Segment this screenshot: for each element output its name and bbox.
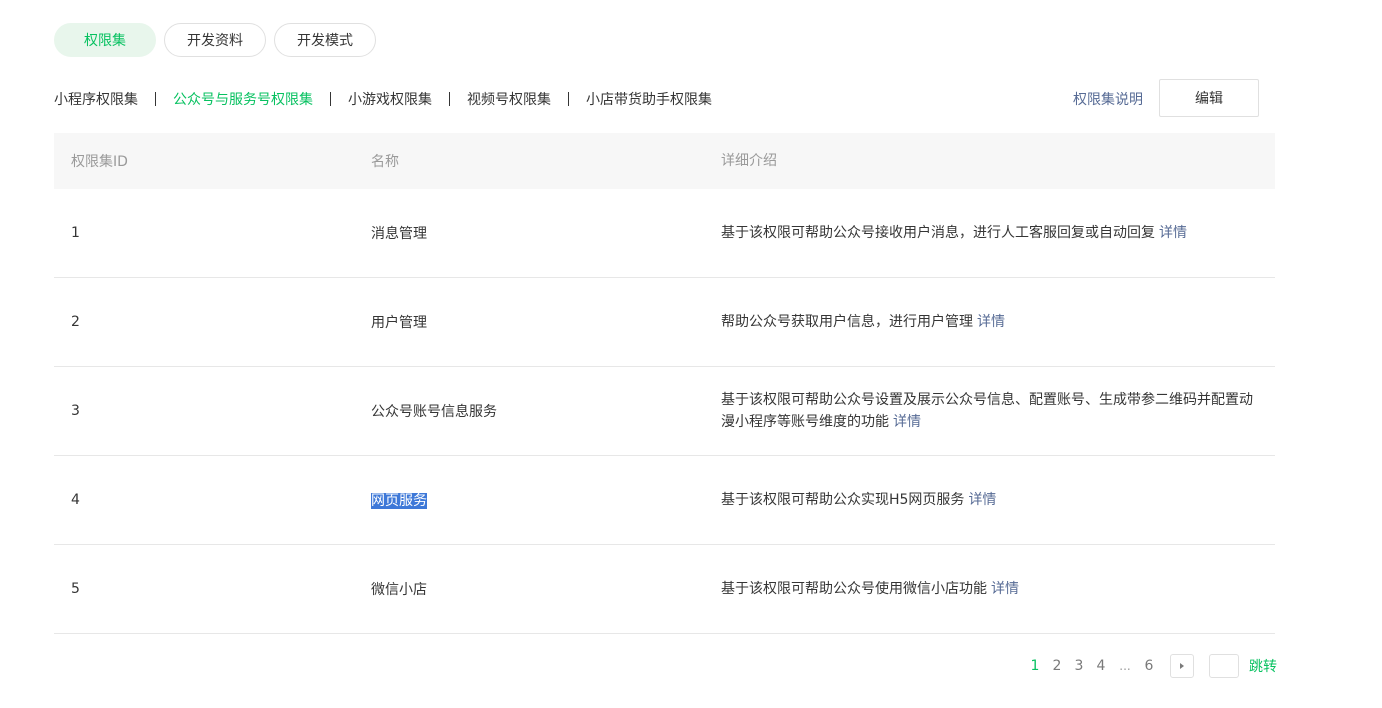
sub-tab-miniprogram[interactable]: 小程序权限集 xyxy=(54,89,138,109)
pagination: 1 2 3 4 ... 6 跳转 xyxy=(1024,654,1277,678)
tab-divider xyxy=(155,92,156,106)
row-desc-text: 基于该权限可帮助公众号使用微信小店功能 xyxy=(721,581,987,597)
row-desc-text: 帮助公众号获取用户信息，进行用户管理 xyxy=(721,314,973,330)
header-name: 名称 xyxy=(371,154,399,170)
edit-button[interactable]: 编辑 xyxy=(1159,79,1259,117)
row-name: 微信小店 xyxy=(371,582,427,598)
selected-text: 网页服务 xyxy=(371,493,427,509)
tab-permission-sets[interactable]: 权限集 xyxy=(54,23,156,57)
header-desc: 详细介绍 xyxy=(721,153,777,169)
table-row: 5 微信小店 基于该权限可帮助公众号使用微信小店功能 详情 xyxy=(54,545,1275,634)
row-id: 2 xyxy=(71,314,80,330)
permission-sets-page: 权限集 开发资料 开发模式 小程序权限集 公众号与服务号权限集 小游戏权限集 视… xyxy=(0,0,1382,708)
row-name: 消息管理 xyxy=(371,226,427,242)
tab-divider xyxy=(449,92,450,106)
detail-link[interactable]: 详情 xyxy=(893,414,921,430)
row-desc: 基于该权限可帮助公众号设置及展示公众号信息、配置账号、生成带参二维码并配置动漫小… xyxy=(704,389,1275,433)
page-jump-button[interactable]: 跳转 xyxy=(1249,656,1277,676)
page-jump-input[interactable] xyxy=(1209,654,1239,678)
page-ellipsis: ... xyxy=(1119,659,1131,673)
page-2[interactable]: 2 xyxy=(1046,658,1068,674)
caret-right-icon xyxy=(1180,663,1184,669)
row-id: 4 xyxy=(71,492,80,508)
tab-divider xyxy=(568,92,569,106)
row-desc: 基于该权限可帮助公众实现H5网页服务 详情 xyxy=(704,489,1275,511)
detail-link[interactable]: 详情 xyxy=(991,581,1019,597)
top-tabs: 权限集 开发资料 开发模式 xyxy=(54,23,376,57)
tab-divider xyxy=(330,92,331,106)
table-row: 4 网页服务 基于该权限可帮助公众实现H5网页服务 详情 xyxy=(54,456,1275,545)
page-3[interactable]: 3 xyxy=(1068,658,1090,674)
row-id: 1 xyxy=(71,225,80,241)
table-row: 2 用户管理 帮助公众号获取用户信息，进行用户管理 详情 xyxy=(54,278,1275,367)
permission-explain-link[interactable]: 权限集说明 xyxy=(1073,89,1143,109)
tab-dev-mode[interactable]: 开发模式 xyxy=(274,23,376,57)
page-4[interactable]: 4 xyxy=(1090,658,1112,674)
row-name: 网页服务 xyxy=(354,490,704,510)
row-desc: 基于该权限可帮助公众号使用微信小店功能 详情 xyxy=(704,578,1275,600)
detail-link[interactable]: 详情 xyxy=(1159,225,1187,241)
row-desc: 基于该权限可帮助公众号接收用户消息，进行人工客服回复或自动回复 详情 xyxy=(704,222,1275,244)
sub-tab-minigame[interactable]: 小游戏权限集 xyxy=(348,89,432,109)
detail-link[interactable]: 详情 xyxy=(968,492,996,508)
detail-link[interactable]: 详情 xyxy=(977,314,1005,330)
sub-tabs: 小程序权限集 公众号与服务号权限集 小游戏权限集 视频号权限集 小店带货助手权限… xyxy=(54,88,712,110)
table-row: 3 公众号账号信息服务 基于该权限可帮助公众号设置及展示公众号信息、配置账号、生… xyxy=(54,367,1275,456)
sub-tab-official-account[interactable]: 公众号与服务号权限集 xyxy=(173,89,313,109)
tab-dev-docs[interactable]: 开发资料 xyxy=(164,23,266,57)
row-name: 用户管理 xyxy=(371,315,427,331)
page-1[interactable]: 1 xyxy=(1024,658,1046,674)
row-desc: 帮助公众号获取用户信息，进行用户管理 详情 xyxy=(704,311,1275,333)
next-page-button[interactable] xyxy=(1170,654,1194,678)
page-6[interactable]: 6 xyxy=(1138,658,1160,674)
row-id: 5 xyxy=(71,581,80,597)
permission-table: 权限集ID 名称 详细介绍 1 消息管理 基于该权限可帮助公众号接收用户消息，进… xyxy=(54,133,1275,634)
table-header: 权限集ID 名称 详细介绍 xyxy=(54,133,1275,189)
row-desc-text: 基于该权限可帮助公众实现H5网页服务 xyxy=(721,492,965,508)
header-id: 权限集ID xyxy=(71,154,128,170)
row-id: 3 xyxy=(71,403,80,419)
sub-tab-shop-assistant[interactable]: 小店带货助手权限集 xyxy=(586,89,712,109)
row-desc-text: 基于该权限可帮助公众号接收用户消息，进行人工客服回复或自动回复 xyxy=(721,225,1155,241)
sub-tab-channels[interactable]: 视频号权限集 xyxy=(467,89,551,109)
row-name: 公众号账号信息服务 xyxy=(371,404,497,420)
row-desc-text: 基于该权限可帮助公众号设置及展示公众号信息、配置账号、生成带参二维码并配置动漫小… xyxy=(721,392,1253,430)
table-row: 1 消息管理 基于该权限可帮助公众号接收用户消息，进行人工客服回复或自动回复 详情 xyxy=(54,189,1275,278)
